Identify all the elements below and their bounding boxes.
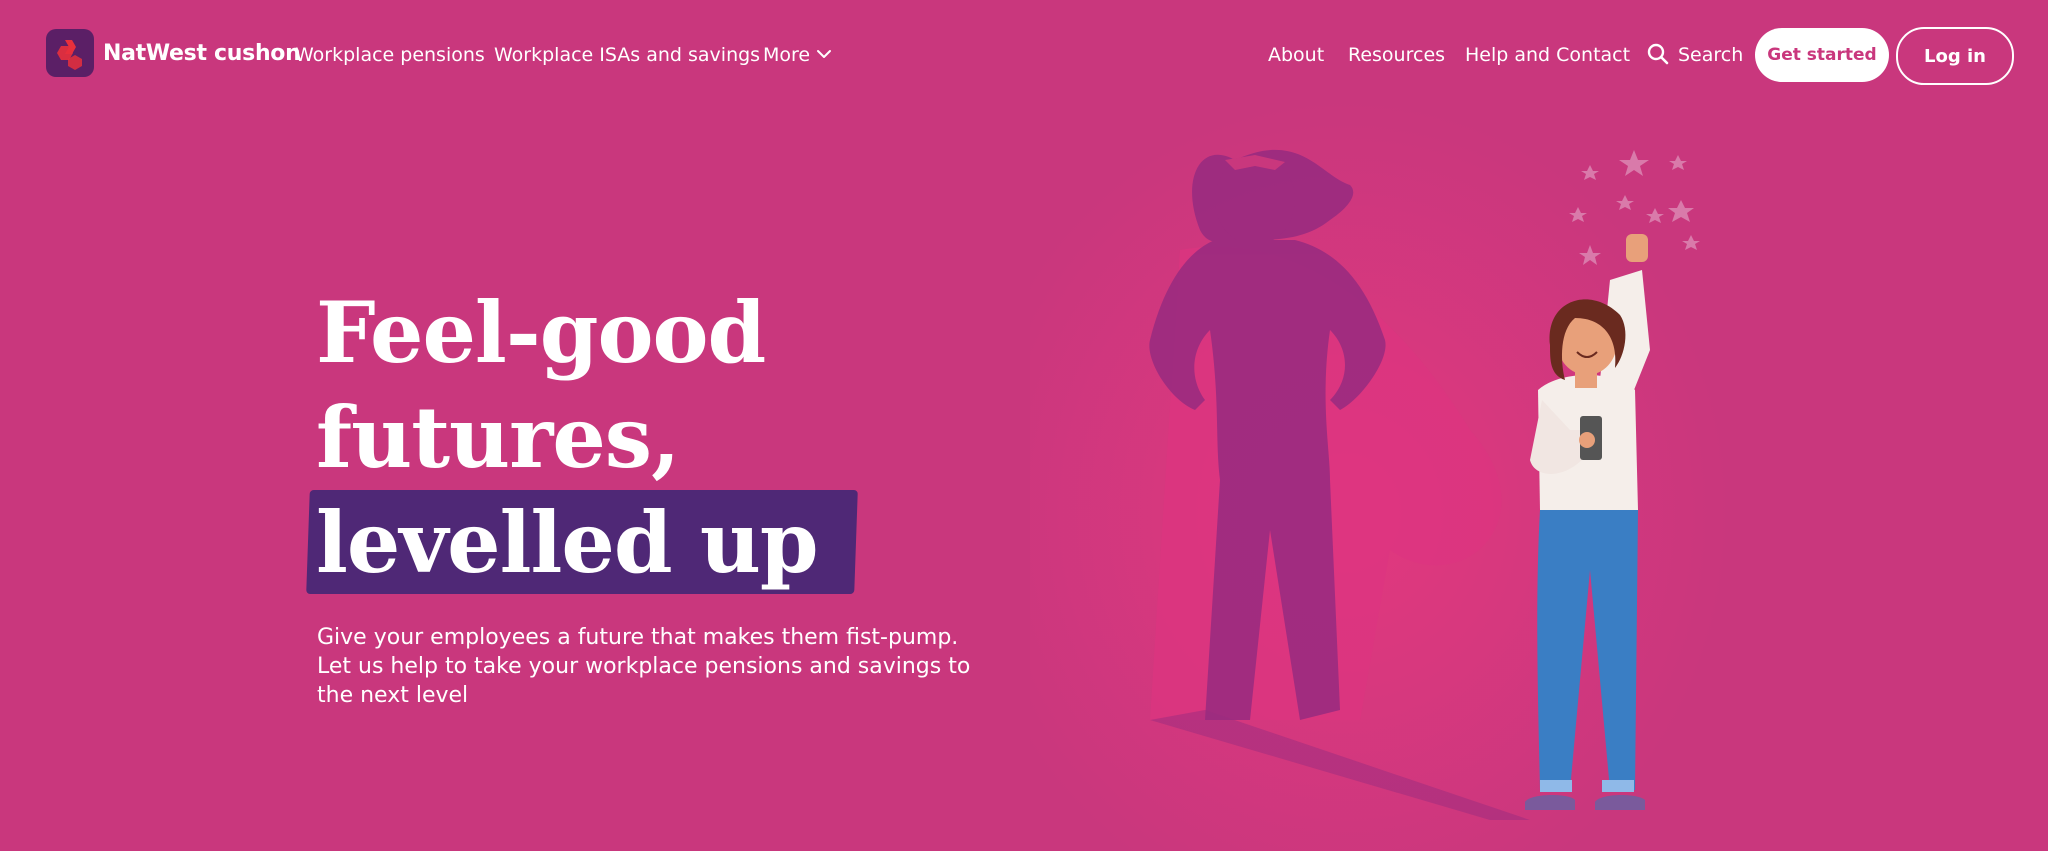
headline-line-2: futures, bbox=[316, 388, 680, 487]
nav-workplace-isas[interactable]: Workplace ISAs and savings bbox=[494, 43, 760, 67]
headline-line-1: Feel-good bbox=[316, 283, 766, 382]
nav-workplace-pensions[interactable]: Workplace pensions bbox=[295, 43, 485, 67]
hero-subcopy: Give your employees a future that makes … bbox=[317, 625, 971, 708]
nav-search[interactable]: Search bbox=[1678, 43, 1743, 67]
search-icon[interactable] bbox=[1646, 42, 1670, 66]
get-started-button[interactable]: Get started bbox=[1755, 28, 1889, 82]
page: NatWest cushon Workplace pensions Workpl… bbox=[0, 0, 2048, 851]
chevron-down-icon[interactable] bbox=[815, 45, 833, 63]
brand-name[interactable]: NatWest cushon bbox=[103, 40, 301, 68]
nav-resources[interactable]: Resources bbox=[1348, 43, 1445, 67]
nav-about[interactable]: About bbox=[1268, 43, 1324, 67]
natwest-cushon-logo-icon[interactable] bbox=[46, 29, 94, 77]
nav-help-contact[interactable]: Help and Contact bbox=[1465, 43, 1630, 67]
hero-illustration bbox=[1030, 100, 1730, 851]
site-header: NatWest cushon Workplace pensions Workpl… bbox=[0, 0, 2048, 110]
nav-more[interactable]: More bbox=[763, 43, 810, 67]
log-in-button[interactable]: Log in bbox=[1896, 27, 2014, 85]
headline-line-3: levelled up bbox=[316, 493, 819, 592]
logo-mark-icon bbox=[57, 40, 82, 70]
